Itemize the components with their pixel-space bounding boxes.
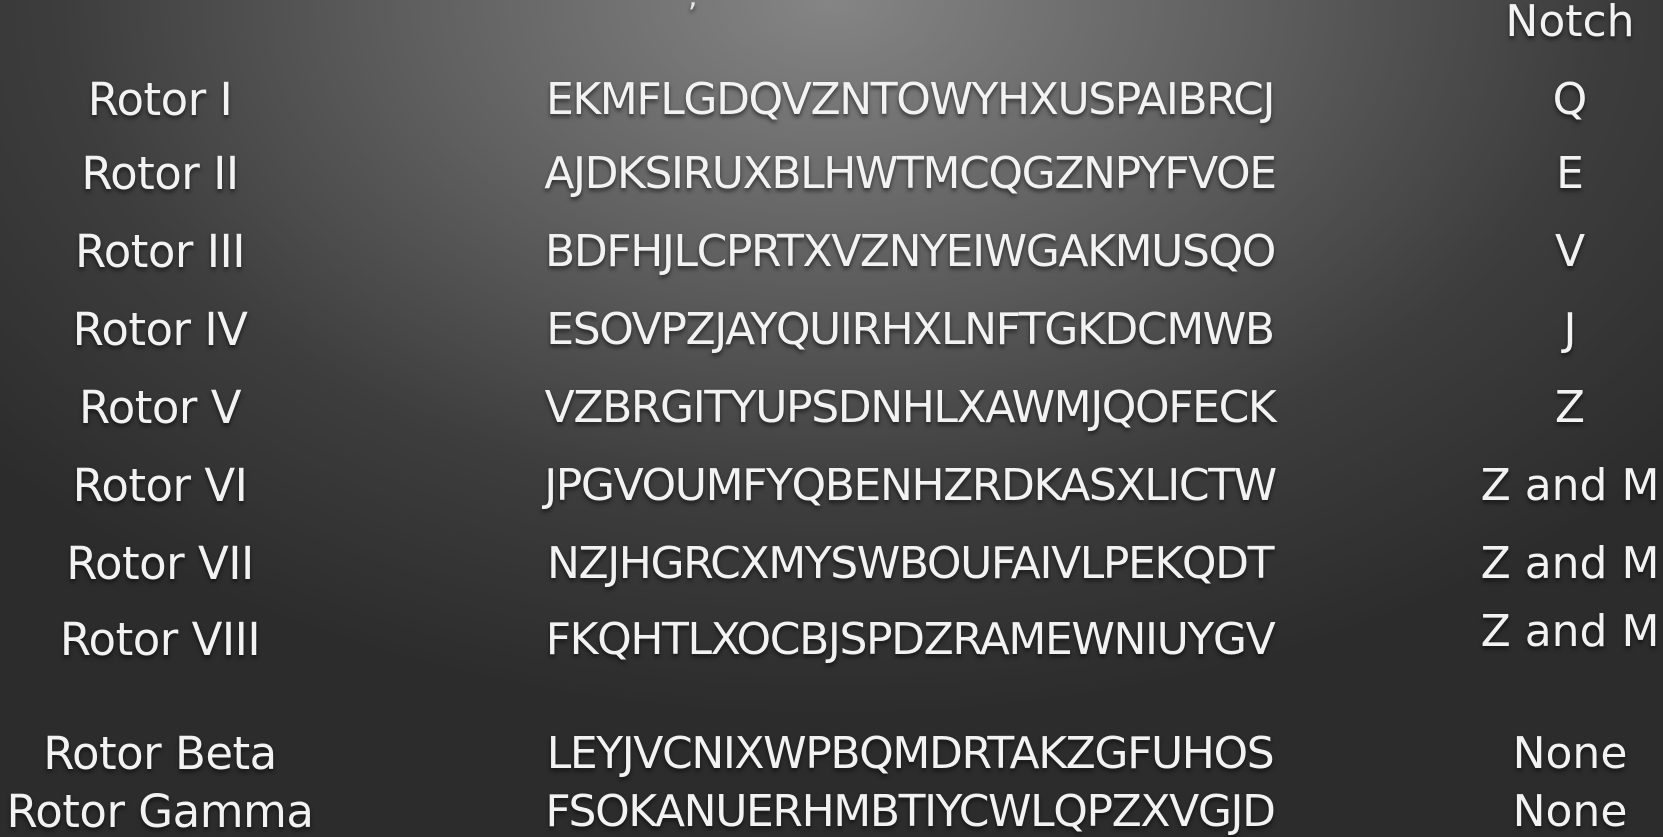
rotor-notch: Z and M [1480, 606, 1660, 657]
rotor-wiring: BDFHJLCPRTXVZNYEIWGAKMUSQO [545, 226, 1276, 277]
rotor-wiring: AJDKSIRUXBLHWTMCQGZNPYFVOE [544, 148, 1277, 199]
rotor-name: Rotor Beta [43, 727, 277, 780]
notch-column-header: Notch [1505, 0, 1635, 47]
rotor-row-vi: Rotor VI JPGVOUMFYQBENHZRDKASXLICTW Z an… [0, 458, 1663, 514]
rotor-row-vii: Rotor VII NZJHGRCXMYSWBOUFAIVLPEKQDT Z a… [0, 536, 1663, 592]
rotor-wiring: JPGVOUMFYQBENHZRDKASXLICTW [544, 460, 1277, 511]
rotor-notch: None [1512, 728, 1628, 779]
rotor-name: Rotor VIII [59, 613, 261, 666]
rotor-row-viii: Rotor VIII FKQHTLXOCBJSPDZRAMEWNIUYGV Z … [0, 606, 1663, 668]
rotor-row-i: Rotor I EKMFLGDQVZNTOWYHXUSPAIBRCJ Q [0, 72, 1663, 128]
rotor-wiring: LEYJVCNIXWPBQMDRTAKZGFUHOS [546, 728, 1275, 779]
rotor-name: Rotor I [87, 73, 233, 126]
rotor-notch: E [1556, 148, 1584, 199]
rotor-name: Rotor V [78, 381, 242, 434]
rotor-notch: Z and M [1480, 538, 1660, 589]
rotor-notch: V [1554, 226, 1586, 277]
rotor-wiring: VZBRGITYUPSDNHLXAWMJQOFECK [544, 382, 1277, 433]
rotor-notch: None [1512, 786, 1628, 837]
rotor-name: Rotor IV [72, 303, 248, 356]
rotor-notch: Z [1554, 382, 1586, 433]
rotor-wiring: NZJHGRCXMYSWBOUFAIVLPEKQDT [546, 538, 1275, 589]
rotor-name: Rotor II [81, 147, 239, 200]
rotor-row-v: Rotor V VZBRGITYUPSDNHLXAWMJQOFECK Z [0, 380, 1663, 436]
rotor-row-gamma: Rotor Gamma FSOKANUERHMBTIYCWLQPZXVGJD N… [0, 784, 1663, 837]
rotor-name: Rotor VII [66, 537, 254, 590]
rotor-wiring: ESOVPZJAYQUIRHXLNFTGKDCMWB [546, 304, 1275, 355]
rotor-row-iv: Rotor IV ESOVPZJAYQUIRHXLNFTGKDCMWB J [0, 302, 1663, 358]
rotor-row-ii: Rotor II AJDKSIRUXBLHWTMCQGZNPYFVOE E [0, 146, 1663, 202]
rotor-name: Rotor Gamma [6, 785, 314, 837]
rotor-wiring: FKQHTLXOCBJSPDZRAMEWNIUYGV [545, 614, 1276, 665]
rotor-notch: Z and M [1480, 460, 1660, 511]
rotor-wiring-slide: , Notch Rotor I EKMFLGDQVZNTOWYHXUSPAIBR… [0, 0, 1663, 837]
rotor-notch: Q [1552, 74, 1588, 125]
rotor-row-beta: Rotor Beta LEYJVCNIXWPBQMDRTAKZGFUHOS No… [0, 726, 1663, 782]
rotor-row-iii: Rotor III BDFHJLCPRTXVZNYEIWGAKMUSQO V [0, 224, 1663, 280]
rotor-name: Rotor VI [72, 459, 248, 512]
rotor-wiring: FSOKANUERHMBTIYCWLQPZXVGJD [545, 786, 1276, 837]
cropped-heading-fragment: , [688, 0, 698, 12]
rotor-wiring: EKMFLGDQVZNTOWYHXUSPAIBRCJ [545, 74, 1276, 125]
rotor-notch: J [1563, 304, 1577, 355]
rotor-name: Rotor III [74, 225, 246, 278]
